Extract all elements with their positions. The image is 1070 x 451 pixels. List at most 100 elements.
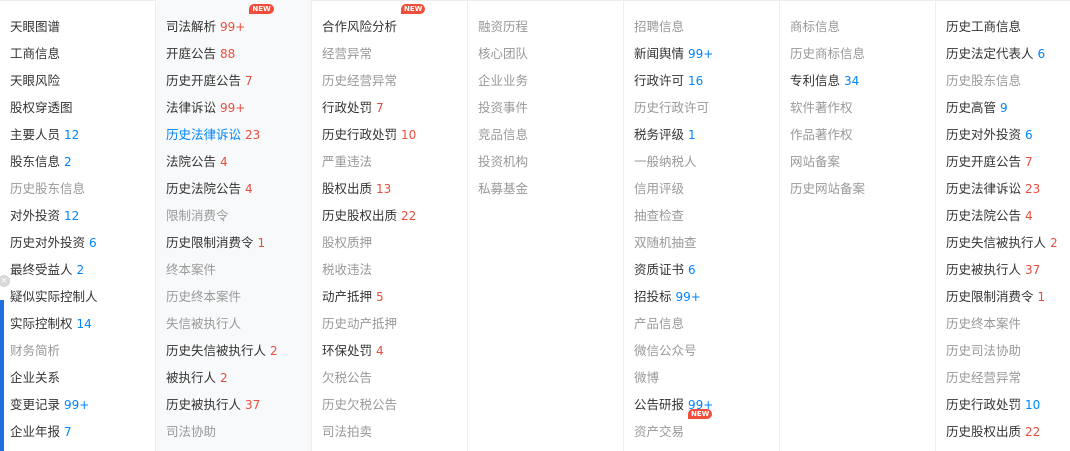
- menu-item-count: 88: [220, 47, 236, 61]
- menu-item-label: 限制消费令: [166, 208, 229, 223]
- menu-item-label: 欠税公告: [322, 370, 373, 385]
- menu-item[interactable]: 实际控制权 14: [10, 310, 155, 337]
- menu-item[interactable]: 开庭公告 88: [166, 40, 311, 67]
- menu-item[interactable]: 股权穿透图: [10, 94, 155, 121]
- menu-item[interactable]: 最终受益人 2: [10, 256, 155, 283]
- menu-item-count: 99+: [64, 398, 90, 412]
- menu-item[interactable]: 被执行人 2: [166, 364, 311, 391]
- menu-item[interactable]: 历史被执行人 37: [946, 256, 1070, 283]
- menu-item[interactable]: 历史失信被执行人 2: [946, 229, 1070, 256]
- menu-item[interactable]: 行政许可 16: [634, 67, 779, 94]
- menu-item[interactable]: 历史对外投资 6: [10, 229, 155, 256]
- menu-item[interactable]: 历史开庭公告 7: [946, 148, 1070, 175]
- menu-item-label: 税收违法: [322, 262, 373, 277]
- menu-item-label: 企业年报: [10, 424, 61, 439]
- menu-item[interactable]: 历史法院公告 4: [946, 202, 1070, 229]
- menu-item-label: 天眼风险: [10, 73, 61, 88]
- menu-item: 招聘信息: [634, 13, 779, 40]
- menu-item-label: 合作风险分析: [322, 19, 398, 34]
- menu-item[interactable]: 对外投资 12: [10, 202, 155, 229]
- menu-item[interactable]: 历史行政处罚 10: [322, 121, 467, 148]
- menu-item-label: 最终受益人: [10, 262, 73, 277]
- menu-item[interactable]: 变更记录 99+: [10, 391, 155, 418]
- menu-item[interactable]: 历史对外投资 6: [946, 121, 1070, 148]
- menu-item-label: 产品信息: [634, 316, 685, 331]
- menu-item: 软件著作权: [790, 94, 935, 121]
- menu-item[interactable]: 工商信息: [10, 40, 155, 67]
- menu-item[interactable]: 主要人员 12: [10, 121, 155, 148]
- menu-item-count: 2: [76, 263, 85, 277]
- menu-item-label: 招投标: [634, 289, 672, 304]
- menu-item[interactable]: 历史法定代表人 6: [946, 40, 1070, 67]
- menu-item-label: 企业业务: [478, 73, 529, 88]
- menu-item-label: 专利信息: [790, 73, 841, 88]
- menu-item-count: 7: [376, 101, 384, 115]
- menu-item[interactable]: 环保处罚 4: [322, 337, 467, 364]
- menu-item-label: 历史经营异常: [946, 370, 1022, 385]
- menu-item-count: 12: [64, 128, 80, 142]
- menu-item[interactable]: 股权出质 13: [322, 175, 467, 202]
- menu-item[interactable]: 历史法院公告 4: [166, 175, 311, 202]
- menu-item[interactable]: 股东信息 2: [10, 148, 155, 175]
- menu-item[interactable]: 税务评级 1: [634, 121, 779, 148]
- menu-item-label: 历史工商信息: [946, 19, 1022, 34]
- menu-item[interactable]: 历史股权出质 22: [946, 418, 1070, 445]
- menu-item: 欠税公告: [322, 364, 467, 391]
- side-floating-tab[interactable]: [0, 300, 4, 451]
- menu-item-count: 99+: [220, 20, 246, 34]
- menu-item[interactable]: 历史限制消费令 1: [166, 229, 311, 256]
- menu-item-count: 4: [376, 344, 384, 358]
- menu-item-label: 作品著作权: [790, 127, 853, 142]
- menu-item-count: 1: [1037, 290, 1046, 304]
- menu-item[interactable]: 历史开庭公告 7: [166, 67, 311, 94]
- menu-item-count: 37: [1025, 263, 1041, 277]
- menu-item-count: 9: [1000, 101, 1008, 115]
- menu-item: 信用评级: [634, 175, 779, 202]
- menu-item: 抽查检查: [634, 202, 779, 229]
- menu-item-label: 开庭公告: [166, 46, 217, 61]
- menu-item-label: 网站备案: [790, 154, 841, 169]
- menu-item-label: 司法协助: [166, 424, 217, 439]
- menu-item[interactable]: 历史高管 9: [946, 94, 1070, 121]
- menu-item[interactable]: 司法解析 99+NEW: [166, 4, 311, 40]
- menu-item[interactable]: 新闻舆情 99+: [634, 40, 779, 67]
- menu-item[interactable]: 历史失信被执行人 2: [166, 337, 311, 364]
- menu-item-label: 投资机构: [478, 154, 529, 169]
- menu-item-label: 历史开庭公告: [166, 73, 242, 88]
- company-dimension-menu: 天眼图谱工商信息天眼风险股权穿透图 主要人员 12 股东信息 2 历史股东信息对外投资 12…: [0, 0, 1070, 451]
- menu-item-label: 历史法律诉讼: [166, 127, 242, 142]
- menu-item[interactable]: 历史限制消费令 1: [946, 283, 1070, 310]
- menu-item[interactable]: 行政处罚 7: [322, 94, 467, 121]
- menu-item[interactable]: 历史法律诉讼 23: [946, 175, 1070, 202]
- menu-item-label: 历史股东信息: [10, 181, 86, 196]
- menu-column-judicial-risk: 司法解析 99+NEW 开庭公告 88 历史开庭公告 7 法律诉讼 99+ 历史法律诉讼 23 法院…: [156, 0, 312, 451]
- menu-item: 投资事件: [478, 94, 623, 121]
- menu-item[interactable]: 企业年报 7: [10, 418, 155, 445]
- menu-item-label: 历史欠税公告: [322, 397, 398, 412]
- menu-item-label: 历史对外投资: [946, 127, 1022, 142]
- menu-item[interactable]: 动产抵押 5: [322, 283, 467, 310]
- menu-item[interactable]: 天眼风险: [10, 67, 155, 94]
- menu-item[interactable]: 疑似实际控制人: [10, 283, 155, 310]
- menu-item[interactable]: 历史法律诉讼 23: [166, 121, 311, 148]
- menu-item[interactable]: 资质证书 6: [634, 256, 779, 283]
- menu-item[interactable]: 历史被执行人 37: [166, 391, 311, 418]
- menu-item-count: 13: [376, 182, 392, 196]
- menu-item-label: 微信公众号: [634, 343, 697, 358]
- menu-item[interactable]: 合作风险分析NEW: [322, 4, 467, 40]
- menu-item: 历史终本案件: [946, 310, 1070, 337]
- menu-item[interactable]: 历史行政处罚 10: [946, 391, 1070, 418]
- menu-item: 微博: [634, 364, 779, 391]
- menu-item-count: 4: [220, 155, 228, 169]
- menu-item-label: 双随机抽查: [634, 235, 697, 250]
- menu-item-label: 工商信息: [10, 46, 61, 61]
- menu-item[interactable]: 法律诉讼 99+: [166, 94, 311, 121]
- menu-item[interactable]: 企业关系: [10, 364, 155, 391]
- menu-item[interactable]: 历史工商信息: [946, 13, 1070, 40]
- menu-item[interactable]: 招投标 99+: [634, 283, 779, 310]
- menu-item-label: 抽查检查: [634, 208, 685, 223]
- menu-item[interactable]: 天眼图谱: [10, 13, 155, 40]
- menu-item[interactable]: 历史股权出质 22: [322, 202, 467, 229]
- menu-item[interactable]: 专利信息 34: [790, 67, 935, 94]
- menu-item[interactable]: 法院公告 4: [166, 148, 311, 175]
